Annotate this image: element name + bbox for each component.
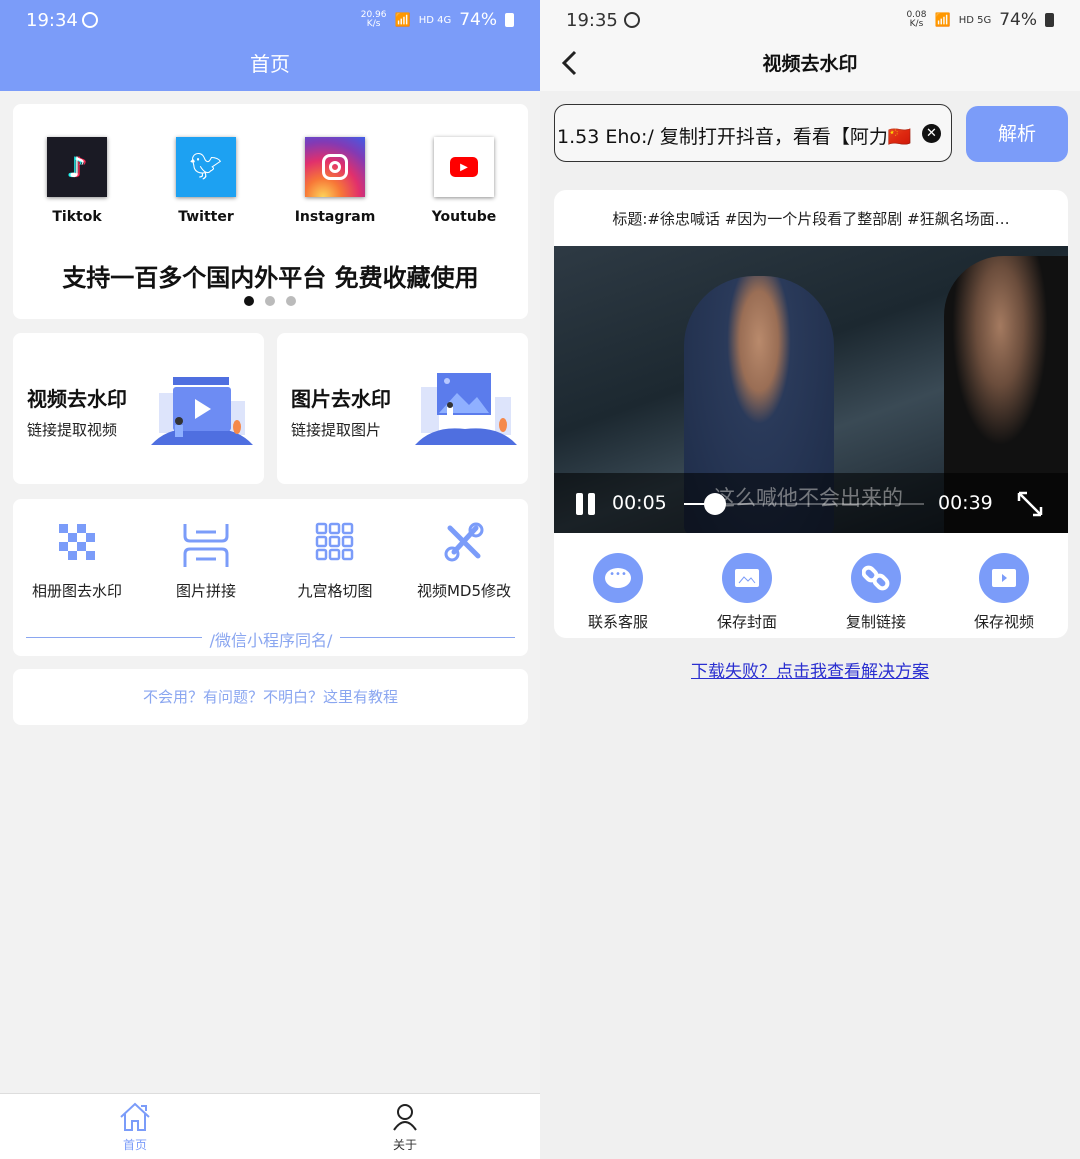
net-speed-unit: K/s — [909, 19, 924, 29]
feature-image-watermark[interactable]: 图片去水印 链接提取图片 — [277, 333, 528, 484]
stitch-icon — [183, 524, 229, 567]
tab-bar — [0, 1093, 540, 1159]
tool-label: 视频MD5修改 — [416, 582, 512, 600]
network-type: HD 4G — [418, 14, 452, 26]
clear-input-icon[interactable]: ✕ — [922, 124, 941, 143]
parse-button[interactable]: 解析 — [966, 106, 1068, 162]
tools-icon — [444, 522, 484, 562]
pause-icon[interactable] — [576, 493, 583, 515]
pause-icon-bar — [588, 493, 595, 515]
link-input-value: 1.53 Eho:/ 复制打开抖音，看看【阿力🇨🇳 — [557, 126, 912, 148]
tab-label: 首页 — [122, 1138, 147, 1152]
dnd-icon — [624, 12, 640, 28]
video-icon — [979, 553, 1029, 603]
link-input[interactable]: 1.53 Eho:/ 复制打开抖音，看看【阿力🇨🇳 ✕ — [554, 104, 952, 162]
platform-label: Instagram — [294, 209, 376, 225]
tutorial-link[interactable]: 不会用？有问题？不明白？这里有教程 — [13, 669, 528, 725]
tab-about[interactable]: 关于 — [365, 1102, 445, 1153]
tiktok-icon: ♪ — [47, 137, 107, 197]
tab-home[interactable]: 首页 — [95, 1102, 175, 1153]
carousel-dot-active[interactable] — [244, 296, 254, 306]
home-icon — [120, 1102, 150, 1131]
platform-label: Tiktok — [52, 209, 102, 225]
feature-video-watermark[interactable]: 视频去水印 链接提取视频 — [13, 333, 264, 484]
battery-icon — [1045, 13, 1054, 27]
wifi-icon: 📶 — [394, 12, 411, 28]
action-label: 保存封面 — [716, 613, 777, 631]
twitter-icon: 🐦︎ — [176, 137, 236, 197]
platform-label: Youtube — [431, 209, 497, 225]
feature-title: 图片去水印 — [291, 387, 391, 411]
platform-instagram[interactable]: Instagram — [285, 137, 385, 225]
user-icon — [393, 1104, 417, 1131]
status-bar: 19:35 0.08 K/s 📶 HD 5G 74% — [540, 0, 1080, 40]
divider-line — [26, 637, 202, 638]
tool-video-md5[interactable]: 视频MD5修改 — [404, 522, 524, 601]
tool-label: 相册图去水印 — [31, 582, 122, 600]
status-bar: 19:34 20.96 K/s 📶 HD 4G 74% — [0, 0, 540, 40]
action-contact-support[interactable]: ••• 联系客服 — [568, 553, 668, 632]
banner-tagline: 支持一百多个国内外平台 免费收藏使用 — [62, 264, 479, 292]
wifi-icon: 📶 — [934, 12, 951, 28]
action-label: 保存视频 — [973, 613, 1034, 631]
battery-level: 74% — [999, 10, 1037, 30]
grid-icon — [315, 522, 354, 561]
platform-youtube[interactable]: ▶ Youtube — [414, 137, 514, 225]
tool-label: 图片拼接 — [175, 582, 236, 600]
network-type: HD 5G — [958, 14, 992, 26]
progress-track[interactable] — [684, 493, 924, 515]
action-label: 联系客服 — [587, 613, 648, 631]
page-title: 首页 — [250, 52, 290, 76]
divider-line — [340, 637, 515, 638]
youtube-icon: ▶ — [434, 137, 494, 197]
tool-label: 九宫格切图 — [297, 582, 373, 600]
battery-level: 74% — [459, 10, 497, 30]
download-help-link[interactable]: 下载失败？点击我查看解决方案 — [540, 657, 1080, 682]
fullscreen-icon[interactable] — [1016, 490, 1044, 518]
video-player[interactable]: 这么喊他不会出来的 00:05 00:39 — [554, 246, 1068, 533]
net-speed-unit: K/s — [366, 19, 381, 29]
video-subtitle: 这么喊他不会出来的 — [714, 486, 903, 510]
tool-image-stitch[interactable]: 图片拼接 — [146, 522, 266, 601]
mini-program-note: /微信小程序同名/ — [209, 631, 333, 650]
feature-subtitle: 链接提取视频 — [27, 421, 118, 439]
tool-album-watermark[interactable]: 相册图去水印 — [17, 522, 137, 601]
duration: 00:39 — [938, 492, 993, 514]
feature-subtitle: 链接提取图片 — [291, 421, 382, 439]
tool-grid-cut[interactable]: 九宫格切图 — [275, 522, 395, 601]
action-save-cover[interactable]: 保存封面 — [697, 553, 797, 632]
result-card: 标题:#徐忠喊话 #因为一个片段看了整部剧 #狂飙名场面… 这么喊他不会出来的 … — [554, 190, 1068, 638]
status-time: 19:34 — [26, 10, 78, 31]
home-screen: 19:34 20.96 K/s 📶 HD 4G 74% 首页 ♪ Tiktok 🐦… — [0, 0, 540, 1159]
carousel-dot[interactable] — [286, 296, 296, 306]
action-copy-link[interactable]: 复制链接 — [826, 553, 926, 632]
tab-label: 关于 — [392, 1138, 417, 1152]
current-time: 00:05 — [612, 492, 667, 514]
platform-label: Twitter — [178, 209, 234, 225]
carousel-dot[interactable] — [265, 296, 275, 306]
battery-icon — [505, 13, 514, 27]
image-illustration-icon — [415, 373, 517, 445]
instagram-icon — [305, 137, 365, 197]
action-label: 复制链接 — [845, 613, 906, 631]
video-title: 标题:#徐忠喊话 #因为一个片段看了整部剧 #狂飙名场面… — [612, 210, 1010, 228]
dnd-icon — [82, 12, 98, 28]
video-watermark-screen: 19:35 0.08 K/s 📶 HD 5G 74% 视频去水印 1.53 Eho… — [540, 0, 1080, 1159]
mosaic-icon — [59, 524, 95, 560]
feature-title: 视频去水印 — [27, 387, 127, 411]
link-icon — [851, 553, 901, 603]
page-title: 视频去水印 — [762, 53, 858, 75]
action-save-video[interactable]: 保存视频 — [954, 553, 1054, 632]
platform-tiktok[interactable]: ♪ Tiktok — [27, 137, 127, 225]
image-icon — [722, 553, 772, 603]
platform-twitter[interactable]: 🐦︎ Twitter — [156, 137, 256, 225]
status-time: 19:35 — [566, 10, 618, 31]
chat-icon: ••• — [593, 553, 643, 603]
video-illustration-icon — [151, 377, 253, 445]
